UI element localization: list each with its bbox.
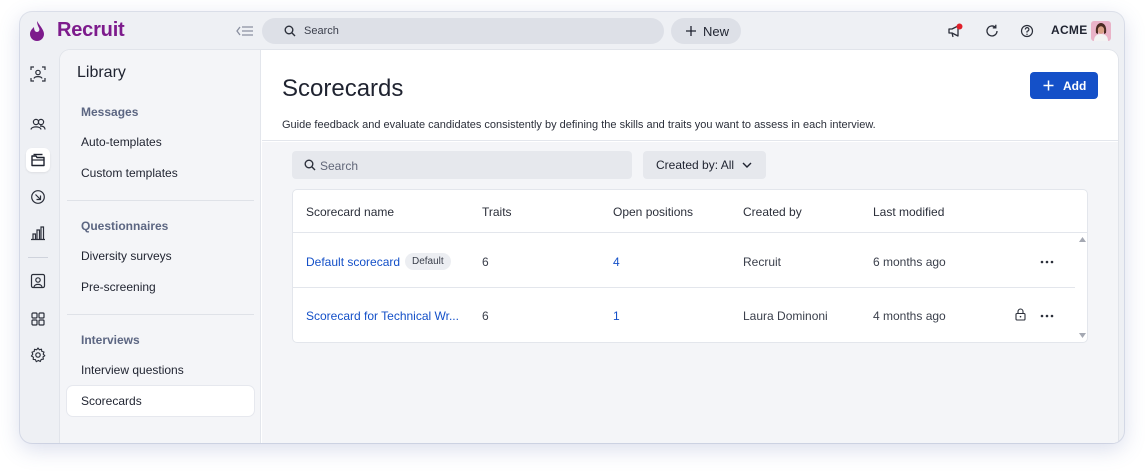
nav-item-label: Diversity surveys (81, 249, 172, 263)
traits-count: 6 (482, 309, 489, 323)
add-button-label: Add (1063, 79, 1087, 93)
created-by-filter-label: Created by: All (656, 158, 735, 172)
nav-item-label: Interview questions (81, 363, 184, 377)
rail-settings[interactable] (26, 343, 50, 367)
table-row[interactable]: Default scorecard Default 6 4 Recruit 6 … (293, 234, 1075, 288)
user-avatar[interactable] (1091, 21, 1111, 41)
column-header-created-by[interactable]: Created by (743, 205, 802, 219)
column-header-last-modified[interactable]: Last modified (873, 205, 944, 219)
section-heading-questionnaires: Questionnaires (81, 219, 169, 233)
section-heading-interviews: Interviews (81, 333, 140, 347)
nav-item-label: Auto-templates (81, 135, 162, 149)
nav-divider (67, 200, 254, 201)
global-search-placeholder: Search (304, 25, 339, 37)
rail-apps[interactable] (26, 307, 50, 331)
recruit-logo-icon (30, 21, 44, 41)
top-bar: Recruit Search New ACME (20, 12, 1124, 50)
scorecards-body: Search Created by: All Scorecard name Tr… (262, 142, 1118, 443)
collapse-sidebar-icon[interactable] (236, 24, 254, 38)
scorecards-table: Scorecard name Traits Open positions Cre… (292, 189, 1088, 343)
nav-item-label: Custom templates (81, 166, 178, 180)
add-scorecard-button[interactable]: Add (1030, 72, 1098, 99)
megaphone-icon[interactable] (947, 23, 963, 39)
refresh-icon[interactable] (984, 23, 1000, 39)
rail-divider (28, 257, 48, 258)
help-icon[interactable] (1019, 23, 1035, 39)
created-by-value: Recruit (743, 255, 782, 269)
plus-icon (1043, 80, 1054, 91)
created-by-filter[interactable]: Created by: All (643, 151, 766, 179)
reports-icon (31, 226, 45, 241)
search-icon (284, 25, 296, 37)
settings-icon (30, 347, 46, 363)
library-title: Library (77, 64, 126, 81)
rail-reports[interactable] (26, 221, 50, 245)
scorecard-name-link[interactable]: Scorecard for Technical Wr... (306, 309, 459, 323)
search-icon (304, 159, 316, 171)
rail-library[interactable] (26, 148, 50, 172)
plus-icon (686, 26, 696, 36)
rail-people[interactable] (26, 112, 50, 136)
rail-candidate-search[interactable] (26, 62, 50, 86)
app-window: Recruit Search New ACME Library Messages… (20, 12, 1124, 443)
nav-item-auto-templates[interactable]: Auto-templates (67, 127, 254, 157)
contacts-icon (30, 273, 46, 289)
column-header-open-positions[interactable]: Open positions (613, 205, 693, 219)
section-heading-messages: Messages (81, 105, 139, 119)
page-title: Scorecards (282, 75, 404, 102)
scorecard-search-input[interactable]: Search (292, 151, 632, 179)
table-header: Scorecard name Traits Open positions Cre… (293, 190, 1087, 233)
scroll-up-arrow-icon[interactable] (1079, 237, 1086, 242)
icon-rail (20, 50, 56, 443)
nav-item-pre-screening[interactable]: Pre-screening (67, 272, 254, 302)
organization-name[interactable]: ACME (1051, 23, 1088, 37)
chevron-down-icon (742, 162, 752, 168)
more-actions-icon[interactable] (1039, 259, 1055, 265)
table-row[interactable]: Scorecard for Technical Wr... 6 1 Laura … (293, 288, 1075, 342)
people-icon (30, 118, 46, 130)
last-modified-value: 6 months ago (873, 255, 946, 269)
main-panel: Library Messages Auto-templates Custom t… (60, 50, 1118, 443)
nav-item-diversity-surveys[interactable]: Diversity surveys (67, 241, 254, 271)
new-button[interactable]: New (671, 18, 741, 44)
page-header: Scorecards Guide feedback and evaluate c… (262, 50, 1118, 141)
scroll-down-arrow-icon[interactable] (1079, 333, 1086, 338)
inbox-icon (31, 190, 45, 204)
page-description: Guide feedback and evaluate candidates c… (282, 119, 876, 131)
global-search-input[interactable]: Search (262, 18, 664, 44)
default-badge: Default (405, 253, 451, 270)
nav-divider (67, 314, 254, 315)
open-positions-link[interactable]: 1 (613, 309, 620, 323)
nav-item-scorecards[interactable]: Scorecards (67, 386, 254, 416)
nav-item-interview-questions[interactable]: Interview questions (67, 355, 254, 385)
scorecard-search-placeholder: Search (320, 159, 359, 173)
table-scrollbar[interactable] (1075, 233, 1087, 342)
library-icon (31, 153, 45, 167)
lock-icon (1015, 308, 1026, 321)
new-button-label: New (703, 24, 730, 39)
open-positions-link[interactable]: 4 (613, 255, 620, 269)
traits-count: 6 (482, 255, 489, 269)
nav-item-label: Scorecards (81, 394, 142, 408)
nav-item-custom-templates[interactable]: Custom templates (67, 158, 254, 188)
brand-name: Recruit (57, 19, 125, 41)
rail-contacts[interactable] (26, 269, 50, 293)
rail-inbox[interactable] (26, 185, 50, 209)
column-header-name[interactable]: Scorecard name (306, 205, 394, 219)
last-modified-value: 4 months ago (873, 309, 946, 323)
library-subnav: Library Messages Auto-templates Custom t… (60, 50, 261, 443)
apps-grid-icon (31, 312, 45, 326)
column-header-traits[interactable]: Traits (482, 205, 512, 219)
candidate-search-icon (30, 66, 46, 82)
scorecard-name-link[interactable]: Default scorecard (306, 255, 400, 269)
more-actions-icon[interactable] (1039, 313, 1055, 319)
created-by-value: Laura Dominoni (743, 309, 828, 323)
nav-item-label: Pre-screening (81, 280, 156, 294)
scorecards-content: Scorecards Guide feedback and evaluate c… (262, 50, 1118, 443)
